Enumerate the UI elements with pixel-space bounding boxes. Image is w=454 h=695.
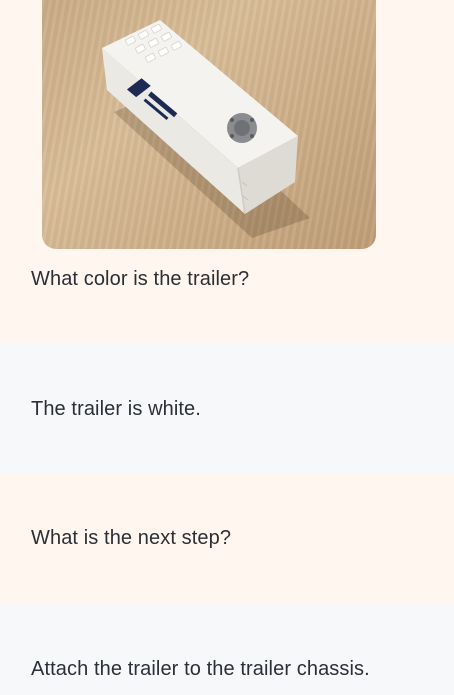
trailer-illustration: [102, 20, 310, 238]
user-message: What is the next step?: [0, 473, 454, 604]
trailer-photo: [42, 0, 376, 249]
message-text: What is the next step?: [31, 527, 232, 549]
message-text: Attach the trailer to the trailer chassi…: [31, 658, 370, 680]
message-text: The trailer is white.: [31, 398, 201, 420]
user-message: What color is the trailer?: [0, 0, 454, 344]
chat-transcript: What color is the trailer? The trailer i…: [0, 0, 454, 695]
connector-icon: [227, 113, 257, 143]
assistant-message: Attach the trailer to the trailer chassi…: [0, 604, 454, 695]
assistant-message: The trailer is white.: [0, 344, 454, 473]
message-text: What color is the trailer?: [31, 268, 250, 290]
